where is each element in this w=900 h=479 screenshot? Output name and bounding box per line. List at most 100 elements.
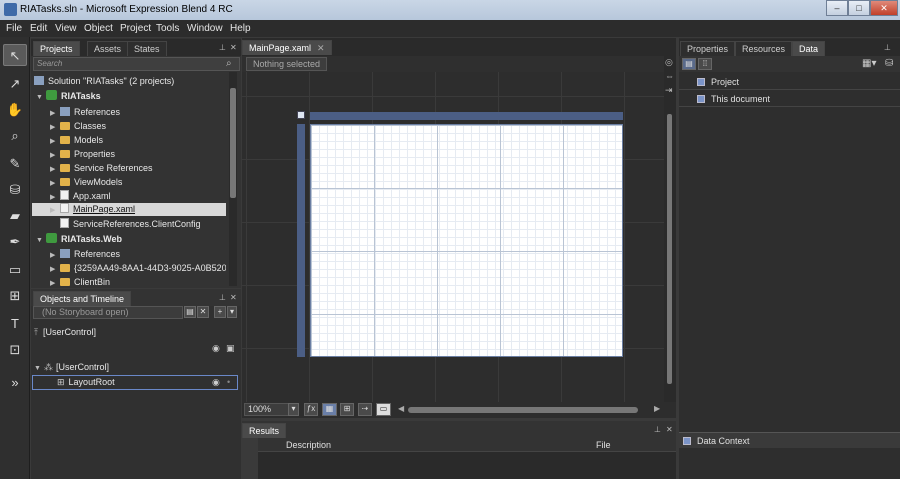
xaml-view-icon[interactable]: ⇔ bbox=[665, 71, 674, 81]
design-view-icon[interactable]: ◎ bbox=[665, 57, 673, 68]
zoom-input[interactable]: 100% bbox=[244, 403, 290, 416]
pen-tool-icon[interactable]: ✒ bbox=[3, 231, 27, 253]
tree-item[interactable]: ▶ App.xaml bbox=[50, 190, 111, 203]
grid-column-ruler[interactable] bbox=[310, 112, 623, 120]
scope-up-icon[interactable]: ⤒ bbox=[34, 327, 38, 337]
column-description[interactable]: Description bbox=[286, 440, 331, 450]
tab-data[interactable]: Data bbox=[792, 41, 826, 56]
maximize-button[interactable]: □ bbox=[848, 0, 870, 16]
add-datasource-icon[interactable]: ▦▾ bbox=[862, 58, 876, 69]
tab-results[interactable]: Results bbox=[242, 423, 287, 438]
new-storyboard-icon[interactable]: + bbox=[214, 306, 226, 318]
expand-icon[interactable]: ▼ bbox=[36, 91, 46, 104]
project-search-input[interactable]: Search bbox=[33, 57, 240, 71]
column-file[interactable]: File bbox=[596, 440, 611, 450]
menu-edit[interactable]: Edit bbox=[30, 23, 47, 34]
menu-help[interactable]: Help bbox=[230, 23, 251, 34]
tree-project-riatasks[interactable]: ▼ RIATasks bbox=[36, 90, 101, 103]
eyedropper-tool-icon[interactable]: ✎ bbox=[3, 153, 27, 175]
menu-object[interactable]: Object bbox=[84, 23, 113, 34]
snap-lines-icon[interactable]: ⇢ bbox=[358, 403, 372, 416]
tree-item[interactable]: ▶ ClientBin bbox=[50, 276, 110, 286]
zoom-tool-icon[interactable]: ⌕ bbox=[3, 125, 27, 147]
close-panel-icon[interactable]: ✕ bbox=[230, 293, 237, 302]
effects-toggle-icon[interactable]: ƒx bbox=[304, 403, 318, 416]
pin-icon[interactable]: ⊥ bbox=[884, 43, 891, 52]
eye-icon[interactable]: ◉ bbox=[212, 343, 220, 354]
tree-item-selected[interactable]: ▶ MainPage.xaml bbox=[32, 203, 226, 216]
tab-states[interactable]: States bbox=[127, 41, 167, 56]
artboard[interactable] bbox=[310, 124, 623, 357]
lock-dot-icon[interactable]: • bbox=[227, 376, 230, 389]
list-mode-icon[interactable]: ▤ bbox=[682, 58, 696, 70]
data-context-header[interactable]: Data Context bbox=[679, 432, 900, 448]
grid-toggle-icon[interactable]: ▦ bbox=[322, 403, 337, 416]
document-hscroll-thumb[interactable] bbox=[408, 407, 638, 413]
tab-projects[interactable]: Projects bbox=[33, 41, 80, 56]
data-item-project[interactable]: Project bbox=[679, 74, 900, 90]
menu-window[interactable]: Window bbox=[187, 23, 223, 34]
selection-tool-icon[interactable]: ↖ bbox=[3, 44, 27, 66]
control-tool-icon[interactable]: ⊡ bbox=[3, 339, 27, 361]
brush-tool-icon[interactable]: ▰ bbox=[3, 205, 27, 227]
pan-tool-icon[interactable]: ✋ bbox=[3, 99, 27, 121]
close-panel-icon[interactable]: ✕ bbox=[230, 43, 237, 52]
pin-icon[interactable]: ⊥ bbox=[219, 293, 226, 302]
object-layoutroot[interactable]: ⊞ LayoutRoot ◉ • bbox=[32, 375, 238, 390]
menu-project[interactable]: Project bbox=[120, 23, 151, 34]
tab-properties[interactable]: Properties bbox=[680, 41, 736, 56]
rectangle-tool-icon[interactable]: ▭ bbox=[3, 259, 27, 281]
tree-item[interactable]: ▶ Service References bbox=[50, 162, 153, 175]
pin-icon[interactable]: ⊥ bbox=[219, 43, 226, 52]
document-vscroll-thumb[interactable] bbox=[667, 114, 672, 384]
asset-library-icon[interactable]: » bbox=[3, 372, 27, 394]
tab-resources[interactable]: Resources bbox=[735, 41, 793, 56]
storyboard-picker[interactable]: (No Storyboard open) bbox=[33, 306, 183, 319]
lock-icon[interactable]: ▣ bbox=[226, 343, 235, 354]
tab-assets[interactable]: Assets bbox=[87, 41, 129, 56]
scroll-left-icon[interactable]: ◀ bbox=[398, 404, 404, 413]
close-panel-icon[interactable]: ✕ bbox=[666, 425, 673, 434]
eye-icon[interactable]: ◉ bbox=[212, 376, 220, 389]
tree-item[interactable]: ServiceReferences.ClientConfig bbox=[60, 218, 201, 231]
tree-item[interactable]: ▶ Properties bbox=[50, 148, 115, 161]
scroll-thumb[interactable] bbox=[230, 88, 236, 198]
direct-selection-tool-icon[interactable]: ↗ bbox=[3, 73, 27, 95]
minimize-button[interactable]: – bbox=[826, 0, 848, 16]
close-storyboard-icon[interactable]: ✕ bbox=[197, 306, 209, 318]
snap-grid-icon[interactable]: ⊞ bbox=[340, 403, 354, 416]
tree-item[interactable]: ▶ References bbox=[50, 106, 120, 119]
expand-icon[interactable]: ▼ bbox=[36, 234, 46, 247]
pin-icon[interactable]: ⊥ bbox=[654, 425, 661, 434]
menu-file[interactable]: File bbox=[6, 23, 22, 34]
close-button[interactable]: ✕ bbox=[870, 0, 898, 16]
object-usercontrol[interactable]: ▼ ⁂ [UserControl] bbox=[34, 361, 109, 374]
menu-view[interactable]: View bbox=[55, 23, 77, 34]
tree-project-web[interactable]: ▼ RIATasks.Web bbox=[36, 233, 122, 246]
details-mode-icon[interactable]: ⁞⁞ bbox=[698, 58, 712, 70]
tree-item[interactable]: ▶ Models bbox=[50, 134, 103, 147]
storyboard-options-icon[interactable]: ▤ bbox=[184, 306, 196, 318]
document-tab[interactable]: MainPage.xaml ✕ bbox=[242, 40, 332, 55]
grid-row-ruler[interactable] bbox=[297, 124, 305, 357]
tab-objects-timeline[interactable]: Objects and Timeline bbox=[33, 291, 132, 306]
tree-item[interactable]: ▶ {3259AA49-8AA1-44D3-9025-A0B5205 bbox=[50, 262, 226, 275]
close-tab-icon[interactable]: ✕ bbox=[317, 43, 325, 53]
split-view-icon[interactable]: ⇥ bbox=[665, 85, 673, 96]
zoom-dropdown-icon[interactable]: ▾ bbox=[288, 403, 299, 416]
projects-scrollbar[interactable] bbox=[229, 72, 237, 286]
tree-item[interactable]: ▶ References bbox=[50, 248, 120, 261]
grid-layout-tool-icon[interactable]: ⊞ bbox=[3, 285, 27, 307]
create-sample-data-icon[interactable]: ⛁ bbox=[885, 58, 893, 69]
tree-item[interactable]: ▶ ViewModels bbox=[50, 176, 122, 189]
data-item-document[interactable]: This document bbox=[679, 91, 900, 107]
textblock-tool-icon[interactable]: T bbox=[3, 313, 27, 335]
scroll-right-icon[interactable]: ▶ bbox=[654, 404, 660, 413]
annotations-icon[interactable]: ▭ bbox=[376, 403, 391, 416]
artboard-corner-icon[interactable] bbox=[297, 111, 305, 119]
storyboard-dropdown-icon[interactable]: ▾ bbox=[227, 306, 237, 318]
tree-item[interactable]: ▶ Classes bbox=[50, 120, 106, 133]
menu-tools[interactable]: Tools bbox=[156, 23, 179, 34]
paint-bucket-tool-icon[interactable]: ⛁ bbox=[3, 179, 27, 201]
tree-solution[interactable]: Solution "RIATasks" (2 projects) bbox=[34, 75, 174, 88]
